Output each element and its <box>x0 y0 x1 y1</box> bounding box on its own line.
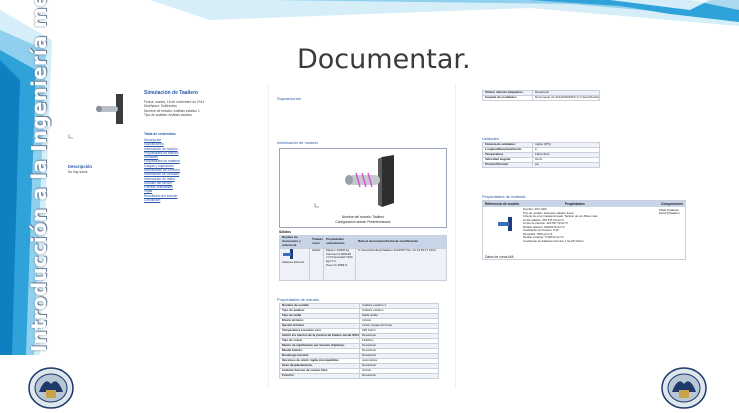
report-meta: Fecha: martes, 16 de noviembre de 2014 Di… <box>144 100 240 117</box>
solids-header-4: Ruta al documento/Fecha de modificación <box>355 235 447 249</box>
study-properties-table: Nombre de estudio Análisis estático 1 Tipo… <box>279 303 439 379</box>
results-settings-table: Utilizar método adaptativo: Desactivar Car… <box>482 90 600 101</box>
solids-cell-path: C:\Users\Desktop\Taaliero.SLDPRT Nov 16 … <box>355 247 447 281</box>
report-title: Simulación de Taaliero <box>144 90 199 96</box>
model-image <box>345 155 394 207</box>
assumptions-heading: Suposiciones <box>277 96 301 101</box>
toc-link[interactable]: Conclusión <box>144 198 240 202</box>
study-props-heading: Propiedades de estudio <box>277 297 320 302</box>
description-text: No hay datos <box>68 170 88 174</box>
materials-frame: Referencia de modelo Propiedades Compone… <box>482 200 686 260</box>
units-row-cell: psi <box>532 162 600 168</box>
toc-heading: Tabla de contenidos <box>144 132 176 136</box>
vertical-course-title: Introducción a la Ingeniería mecánica <box>27 0 51 352</box>
solids-header-1: Nombre de documento y referencia <box>279 235 310 249</box>
units-heading: Unidades <box>482 136 499 141</box>
fi-unam-seal-icon <box>661 367 707 409</box>
study-prop-row-cell: Desactivar <box>359 373 439 379</box>
materials-header-ref: Referencia de modelo <box>485 202 520 206</box>
solids-label: Sólidos <box>279 230 291 234</box>
report-page-1: Simulación de Taaliero Fecha: martes, 16… <box>64 84 246 388</box>
units-row-cell: Presión/Tensión <box>482 162 533 168</box>
part-thumbnail <box>96 94 123 124</box>
results-setting-row-cell: Documento de SOLIDWORKS (C:\Users\Deskto… <box>532 95 600 101</box>
material-curve-data: Datos de curva:N/A <box>485 255 514 259</box>
description-heading: Descripción <box>68 164 92 169</box>
materials-header-props: Propiedades <box>565 202 585 206</box>
axis-triad-icon <box>68 134 73 139</box>
model-info-frame: Nombre del modelo: Taaliero Configuració… <box>279 148 447 228</box>
top-decorative-banner <box>150 0 739 26</box>
unam-seal-icon <box>28 367 74 409</box>
material-component: Sólido 1(Saliente-Extruir2)(Taaliero) <box>659 209 680 216</box>
solids-header-2: Tratado como <box>309 235 324 249</box>
material-properties-list: Nombre: AISI 1020 Tipo de modelo: Isotróp… <box>523 207 657 243</box>
slide-title: Documentar. <box>297 44 471 75</box>
model-info-heading: Información de modelo <box>277 140 318 145</box>
solids-cell-type: Sólido <box>309 247 324 281</box>
study-prop-row-cell: Fricción <box>279 373 360 379</box>
solids-cell-props: Masa:1.16928 kg Volumen:0.000148 m^3 Den… <box>323 247 356 281</box>
material-property: Coeficiente de dilatación térmica: 1.5e-… <box>523 238 584 243</box>
solids-table: Nombre de documento y referencia Tratado… <box>279 235 447 281</box>
report-meta-line: Tipo de análisis: Análisis estático <box>144 112 193 117</box>
materials-header-components: Componentes <box>661 202 683 206</box>
model-config-caption: Configuración actual: Predeterminado <box>335 219 391 224</box>
study-prop-row: Fricción Desactivar <box>279 373 439 379</box>
study-prop-row-cell: Incluir los efectos de la presión de flu… <box>279 333 360 339</box>
material-part-icon <box>498 217 512 231</box>
report-page-3: Utilizar método adaptativo: Desactivar Car… <box>478 84 686 388</box>
units-table: Sistema de unidades: Inglés (IPS) Longitud… <box>482 142 600 168</box>
toc-list: Descripción Suposiciones Información de mo… <box>144 138 240 202</box>
materials-heading: Propiedades de material <box>482 194 526 199</box>
solid-body-icon <box>283 249 293 259</box>
model-axis-icon <box>314 203 319 208</box>
results-setting-row-cell: Carpeta de resultados <box>482 95 533 101</box>
solids-header-3: Propiedades volumétricas <box>323 235 356 249</box>
solids-cell-name: Saliente-Extruir2 <box>282 259 305 264</box>
units-row: Presión/Tensión psi <box>482 162 600 168</box>
report-page-2: Suposiciones Información de modelo Nombr… <box>268 84 456 388</box>
results-setting-row: Carpeta de resultados Documento de SOLIDW… <box>482 95 600 101</box>
